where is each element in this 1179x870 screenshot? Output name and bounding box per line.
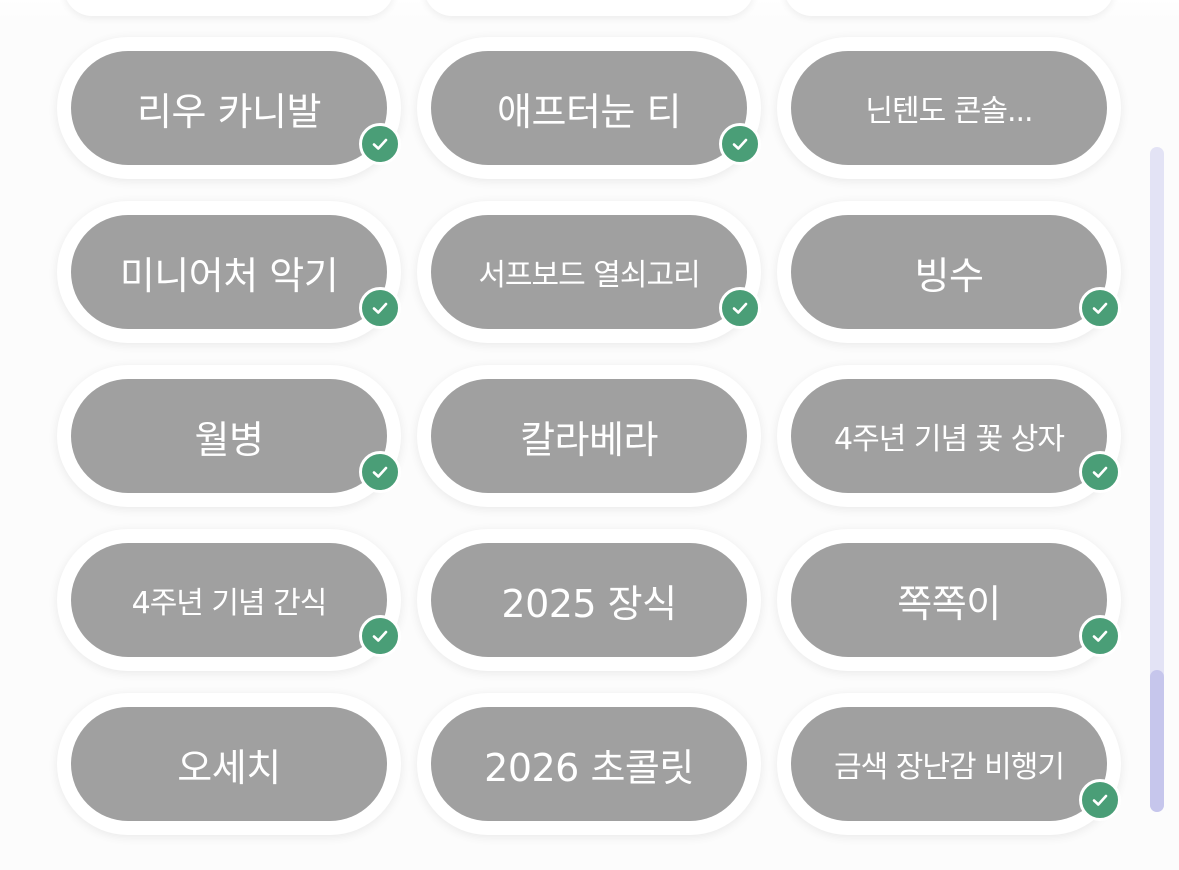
item-card[interactable]: 월병	[57, 365, 401, 507]
item-card[interactable]: 오세치	[57, 693, 401, 835]
partial-item-top-3[interactable]	[784, 0, 1114, 16]
item-card[interactable]: 2026 초콜릿	[417, 693, 761, 835]
item-card[interactable]: 서프보드 열쇠고리	[417, 201, 761, 343]
item-label: 4주년 기념 간식	[71, 543, 387, 657]
scrollbar-track[interactable]	[1150, 147, 1164, 812]
item-label: 애프터눈 티	[431, 51, 747, 165]
partial-item-top-1[interactable]	[64, 0, 394, 16]
item-card[interactable]: 미니어처 악기	[57, 201, 401, 343]
item-label: 칼라베라	[431, 379, 747, 493]
item-card[interactable]: 4주년 기념 꽃 상자	[777, 365, 1121, 507]
item-card[interactable]: 닌텐도 콘솔...	[777, 37, 1121, 179]
check-icon	[1079, 779, 1121, 821]
item-card[interactable]: 금색 장난감 비행기	[777, 693, 1121, 835]
item-card[interactable]: 4주년 기념 간식	[57, 529, 401, 671]
check-icon	[359, 615, 401, 657]
item-card[interactable]: 칼라베라	[417, 365, 761, 507]
item-label: 쪽쪽이	[791, 543, 1107, 657]
check-icon	[719, 287, 761, 329]
item-grid-panel: 리우 카니발 애프터눈 티 닌텐도 콘솔... 미니어처 악기 서프보드 열쇠고리 빙수월…	[0, 0, 1179, 870]
item-label: 미니어처 악기	[71, 215, 387, 329]
item-label: 월병	[71, 379, 387, 493]
check-icon	[1079, 287, 1121, 329]
item-card[interactable]: 리우 카니발	[57, 37, 401, 179]
scrollbar-thumb[interactable]	[1150, 670, 1164, 812]
check-icon	[359, 123, 401, 165]
check-icon	[1079, 451, 1121, 493]
item-card[interactable]: 쪽쪽이	[777, 529, 1121, 671]
partial-item-top-2[interactable]	[424, 0, 754, 16]
item-label: 2025 장식	[431, 543, 747, 657]
item-card[interactable]: 빙수	[777, 201, 1121, 343]
item-label: 금색 장난감 비행기	[791, 707, 1107, 821]
item-label: 2026 초콜릿	[431, 707, 747, 821]
check-icon	[359, 287, 401, 329]
check-icon	[719, 123, 761, 165]
item-label: 리우 카니발	[71, 51, 387, 165]
item-label: 빙수	[791, 215, 1107, 329]
item-label: 닌텐도 콘솔...	[791, 51, 1107, 165]
item-card[interactable]: 애프터눈 티	[417, 37, 761, 179]
check-icon	[1079, 615, 1121, 657]
item-label: 4주년 기념 꽃 상자	[791, 379, 1107, 493]
item-label: 오세치	[71, 707, 387, 821]
item-label: 서프보드 열쇠고리	[431, 215, 747, 329]
check-icon	[359, 451, 401, 493]
item-card[interactable]: 2025 장식	[417, 529, 761, 671]
